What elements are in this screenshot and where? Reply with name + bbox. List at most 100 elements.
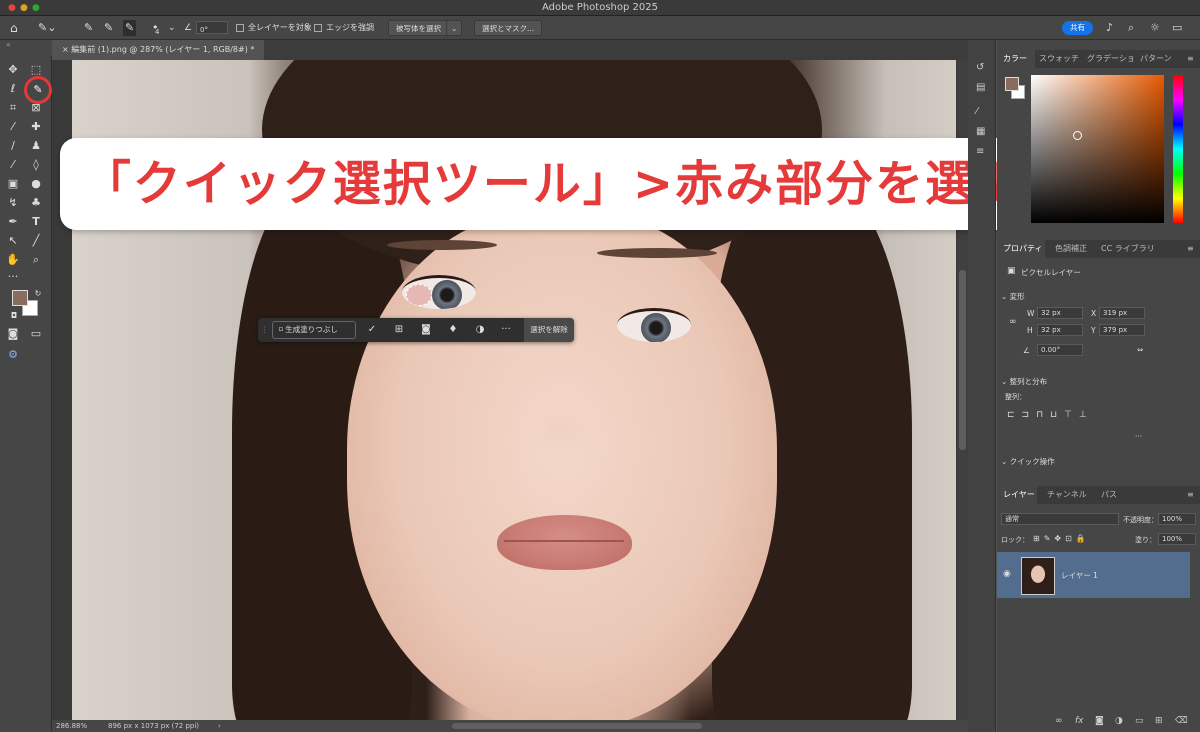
panel-menu-icon[interactable]: ≡ <box>1187 486 1194 504</box>
height-field[interactable]: 32 px <box>1037 324 1083 336</box>
align-header[interactable]: ⌄ 整列と分布 <box>1001 376 1047 387</box>
screen-mode-icon[interactable]: ▭ <box>28 326 44 342</box>
sample-all-layers-checkbox[interactable]: 全レイヤーを対象 <box>236 20 312 36</box>
deselect-button[interactable]: 選択を解除 <box>524 318 574 342</box>
path-selection-icon[interactable]: ↖ <box>5 233 21 249</box>
foreground-color-swatch[interactable] <box>12 290 28 306</box>
type-tool-icon[interactable]: T <box>28 214 44 230</box>
select-subject-button[interactable]: 被写体を選択 <box>388 20 449 36</box>
tab-patterns[interactable]: パターン <box>1140 50 1172 68</box>
line-tool-icon[interactable]: ╱ <box>28 233 44 249</box>
tab-properties[interactable]: プロパティ <box>997 240 1045 258</box>
fill-icon[interactable]: ♦ <box>445 318 461 342</box>
hue-slider[interactable] <box>1173 75 1183 223</box>
adjustment-icon[interactable]: ◑ <box>472 318 488 342</box>
blur-tool-icon[interactable]: ● <box>28 176 44 192</box>
zoom-level[interactable]: 286.88% <box>56 720 87 732</box>
mask-icon[interactable]: ◙ <box>418 318 434 342</box>
bell-icon[interactable]: ♪ <box>1106 20 1113 36</box>
blend-mode-select[interactable]: 通常 <box>1001 513 1119 525</box>
history-icon[interactable]: ↺ <box>976 62 988 74</box>
panel-menu-icon[interactable]: ≡ <box>1187 50 1194 68</box>
fg-color-chip[interactable] <box>1005 77 1019 91</box>
color-picker-cursor[interactable] <box>1073 131 1082 140</box>
tab-cc-libraries[interactable]: CC ライブラリ <box>1101 240 1155 258</box>
visibility-eye-icon[interactable]: ◉ <box>1003 569 1011 579</box>
horizontal-scroll-thumb[interactable] <box>452 723 702 729</box>
tab-paths[interactable]: パス <box>1101 486 1117 504</box>
tab-swatches[interactable]: スウォッチ <box>1039 50 1079 68</box>
new-layer-icon[interactable]: ⊞ <box>1155 716 1163 726</box>
angle-field[interactable]: 0° <box>196 21 228 34</box>
y-field[interactable]: 379 px <box>1099 324 1145 336</box>
lock-icons[interactable]: ⊞✎✥⊡🔒 <box>1033 534 1090 543</box>
new-selection-icon[interactable]: ✎ <box>84 20 93 36</box>
dodge-tool-icon[interactable]: ↯ <box>5 195 21 211</box>
properties-icon[interactable]: ▦ <box>976 126 988 138</box>
share-button[interactable]: 共有 <box>1062 21 1093 35</box>
healing-brush-icon[interactable]: ✚ <box>28 119 44 135</box>
link-icon[interactable]: ∞ <box>1009 317 1017 327</box>
x-field[interactable]: 319 px <box>1099 307 1145 319</box>
layer-row[interactable]: ◉ レイヤー 1 <box>997 552 1190 598</box>
quick-actions-header[interactable]: ⌄ クイック操作 <box>1001 456 1055 467</box>
pen-tool-icon[interactable]: ✒ <box>5 214 21 230</box>
align-buttons[interactable]: ⊏⊐⊓⊔⊤⊥ <box>1007 410 1094 420</box>
comments-icon[interactable]: ▤ <box>976 82 988 94</box>
rotation-field[interactable]: 0.00° <box>1037 344 1083 356</box>
brush-size[interactable]: 4 <box>155 24 159 40</box>
link-layers-icon[interactable]: ∞ <box>1055 716 1063 726</box>
quick-select-preset-icon[interactable]: ✎⌄ <box>38 20 56 36</box>
modify-selection-icon[interactable]: ⊞ <box>391 318 407 342</box>
gradient-tool-icon[interactable]: ▣ <box>5 176 21 192</box>
fill-field[interactable]: 100% <box>1158 533 1196 545</box>
quick-mask-icon[interactable]: ◙ <box>5 326 21 342</box>
select-subject-dropdown[interactable]: ⌄ <box>446 20 463 36</box>
tab-adjustments[interactable]: 色調補正 <box>1055 240 1087 258</box>
lasso-tool-icon[interactable]: ℓ <box>5 81 21 97</box>
stamp-tool-icon[interactable]: ♟ <box>28 138 44 154</box>
tab-layers[interactable]: レイヤー <box>997 486 1037 504</box>
minimize-window-icon[interactable]: ● <box>20 0 28 16</box>
document-tab[interactable]: × 編集前 (1).png @ 287% (レイヤー 1, RGB/8#) * <box>52 40 264 60</box>
sponge-tool-icon[interactable]: ♣ <box>28 195 44 211</box>
add-mask-icon[interactable]: ◙ <box>1095 716 1104 726</box>
zoom-tool-icon[interactable]: ⌕ <box>28 252 44 268</box>
default-colors-icon[interactable]: ◘ <box>6 308 22 324</box>
enhance-edge-checkbox[interactable]: エッジを強調 <box>314 20 374 36</box>
status-chevron-icon[interactable]: › <box>218 720 221 732</box>
fx-icon[interactable]: fx <box>1075 716 1084 726</box>
trash-icon[interactable]: ⌫ <box>1175 716 1188 726</box>
tab-color[interactable]: カラー <box>997 50 1035 68</box>
opacity-field[interactable]: 100% <box>1158 513 1196 525</box>
move-tool-icon[interactable]: ✥ <box>5 62 21 78</box>
select-brush-icon[interactable]: ✓ <box>364 318 380 342</box>
eraser-tool-icon[interactable]: ◊ <box>28 157 44 173</box>
more-options-icon[interactable]: ··· <box>1135 432 1142 441</box>
subtract-selection-icon[interactable]: ✎ <box>123 20 137 36</box>
close-window-icon[interactable]: ● <box>8 0 16 16</box>
layer-name[interactable]: レイヤー 1 <box>1061 570 1098 581</box>
close-tab-icon[interactable]: × <box>62 45 71 54</box>
brush-panel-icon[interactable]: ⁄ <box>976 106 988 118</box>
transform-header[interactable]: ⌄ 変形 <box>1001 291 1025 302</box>
chevron-down-icon[interactable]: ⌄ <box>168 20 176 36</box>
workspace-icon[interactable]: ▭ <box>1172 20 1182 36</box>
flip-horizontal-icon[interactable]: ⇔ <box>1137 345 1143 354</box>
group-icon[interactable]: ▭ <box>1135 716 1144 726</box>
color-field[interactable] <box>1031 75 1164 223</box>
toolbar-collapse[interactable]: « <box>0 40 52 56</box>
brush-tool-icon[interactable]: / <box>5 138 21 154</box>
hand-tool-icon[interactable]: ✋ <box>5 252 21 268</box>
history-brush-icon[interactable]: ⁄ <box>5 157 21 173</box>
width-field[interactable]: 32 px <box>1037 307 1083 319</box>
more-options-icon[interactable]: ··· <box>498 318 514 342</box>
add-to-selection-icon[interactable]: ✎ <box>104 20 113 36</box>
adjustment-layer-icon[interactable]: ◑ <box>1115 716 1123 726</box>
search-icon[interactable]: ⌕ <box>1128 20 1134 36</box>
panel-menu-icon[interactable]: ≡ <box>1187 240 1194 258</box>
layer-thumbnail[interactable] <box>1021 557 1055 595</box>
more-tools-icon[interactable]: ··· <box>5 269 21 285</box>
scroll-thumb[interactable] <box>959 270 966 450</box>
maximize-window-icon[interactable]: ● <box>32 0 40 16</box>
